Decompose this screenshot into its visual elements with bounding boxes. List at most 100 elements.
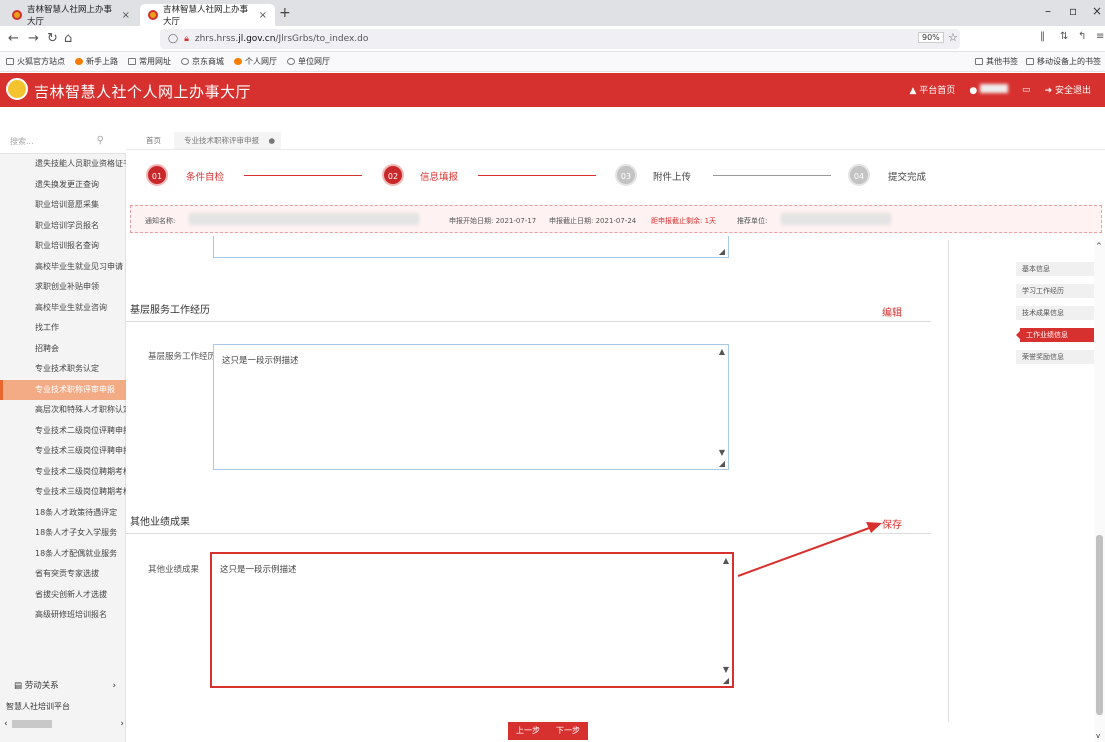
message-icon[interactable]: ▭ — [1022, 85, 1031, 95]
sidebar-item[interactable]: 18条人才子女入学服务 — [0, 523, 126, 544]
sidebar-item[interactable]: 专业技术三级岗位聘期考核 — [0, 482, 126, 503]
tab-title-review[interactable]: 专业技术职称评审申报 ● — [174, 132, 281, 149]
save-link[interactable]: 保存 — [882, 516, 902, 531]
menu-group-labor[interactable]: ▤ 劳动关系 › — [0, 676, 126, 696]
home-link[interactable]: ▲ 平台首页 — [910, 83, 956, 96]
tab-title: 吉林智慧人社网上办事大厅 — [27, 5, 113, 27]
restore-icon[interactable]: ▫ — [1069, 4, 1077, 18]
sidebar-item[interactable]: 省拔尖创新人才选拔 — [0, 585, 126, 606]
form-content: ◢ 基层服务工作经历 编辑 基层服务工作经历 这只是一段示例描述 ▲ ▼ ◢ 其… — [126, 236, 942, 742]
sidebar-item[interactable]: 专业技术职称评审申报 — [0, 379, 126, 400]
bookmark[interactable]: 火狐官方站点 — [6, 56, 65, 67]
sidebar-item[interactable]: 高校毕业生就业见习申请 — [0, 257, 126, 278]
user-menu[interactable]: ● — [969, 83, 1009, 96]
sidebar-item[interactable]: 找工作 — [0, 318, 126, 339]
tab-home[interactable]: 首页 — [136, 132, 171, 149]
notice-name-redacted — [189, 213, 419, 225]
library-icon[interactable]: ‖ — [1040, 31, 1045, 42]
sidebar-item[interactable]: 招聘会 — [0, 339, 126, 360]
bookmark[interactable]: 新手上路 — [75, 56, 118, 67]
section-nav-item[interactable]: 技术成果信息 — [1012, 302, 1100, 324]
vertical-scrollbar[interactable]: ^ v — [1094, 240, 1105, 742]
resize-handle-icon: ◢ — [718, 247, 725, 256]
address-bar[interactable]: ◯ 🔒︎ zhrs.hrss.jl.gov.cn/JlrsGrbs/to_ind… — [160, 29, 960, 49]
sidebar-horizontal-scrollbar[interactable]: ‹ › — [4, 718, 124, 730]
section-nav-label: 基本信息 — [1016, 262, 1096, 276]
site-favicon-icon — [148, 10, 158, 20]
share-icon[interactable]: ↰ — [1078, 31, 1086, 42]
scroll-up-icon[interactable]: ▲ — [719, 347, 725, 356]
reload-icon[interactable]: ↻ — [47, 31, 58, 46]
sidebar-item[interactable]: 遗失技能人员职业资格证书 — [0, 154, 126, 175]
bookmark-folder[interactable]: 其他书签 — [975, 56, 1018, 67]
scroll-right-icon[interactable]: › — [120, 719, 124, 729]
new-tab-icon[interactable]: + — [279, 5, 291, 21]
globe-icon — [287, 58, 295, 65]
scroll-up-icon[interactable]: ▲ — [723, 556, 729, 565]
section-nav: 基本信息学习工作经历 技术成果信息 工作业绩信息 荣誉奖励信息 — [1012, 258, 1100, 368]
scroll-down-icon[interactable]: ▼ — [719, 448, 725, 457]
close-tab-icon[interactable]: × — [259, 10, 267, 21]
close-tab-icon[interactable]: × — [122, 10, 130, 21]
scroll-down-icon[interactable]: v — [1096, 732, 1100, 740]
scroll-up-icon[interactable]: ^ — [1096, 242, 1102, 250]
back-icon[interactable]: ← — [8, 31, 19, 46]
scroll-thumb[interactable] — [11, 720, 52, 728]
sidebar-item[interactable]: 专业技术三级岗位评聘申报 — [0, 441, 126, 462]
user-icon: ● — [969, 85, 978, 96]
sidebar-item[interactable]: 职业培训意愿采集 — [0, 195, 126, 216]
step-number: 03 — [615, 164, 637, 186]
menu-icon[interactable]: ≡ — [1096, 31, 1104, 42]
forward-icon[interactable]: → — [28, 31, 39, 46]
sidebar-item[interactable]: 18条人才配偶就业服务 — [0, 544, 126, 565]
sidebar-item[interactable]: 专业技术二级岗位评聘申报 — [0, 421, 126, 442]
other-achievements-textarea[interactable]: 这只是一段示例描述 ▲ ▼ ◢ — [210, 552, 734, 688]
minimize-icon[interactable]: – — [1045, 4, 1051, 18]
star-icon[interactable]: ☆ — [948, 31, 958, 44]
close-icon[interactable]: ● — [268, 132, 275, 149]
bookmark[interactable]: 京东商城 — [181, 56, 224, 67]
home-icon: ▲ — [909, 86, 917, 96]
work-experience-textarea[interactable]: 这只是一段示例描述 ▲ ▼ ◢ — [213, 344, 729, 470]
sidebar-item[interactable]: 高校毕业生就业咨询 — [0, 298, 126, 319]
navigation-bar: ← → ↻ ⌂ ◯ 🔒︎ zhrs.hrss.jl.gov.cn/JlrsGrb… — [0, 26, 1105, 52]
prev-step-button[interactable]: 上一步 — [508, 722, 548, 740]
step-label: 信息填报 — [420, 172, 459, 183]
sidebar-item[interactable]: 职业培训报名查询 — [0, 236, 126, 257]
previous-textarea[interactable]: ◢ — [213, 236, 729, 258]
field-label: 基层服务工作经历 — [148, 352, 217, 362]
sidebar-item[interactable]: 省有突贡专家选拔 — [0, 564, 126, 585]
scroll-down-icon[interactable]: ▼ — [723, 665, 729, 674]
sync-icon[interactable]: ⇅ — [1060, 31, 1068, 42]
section-nav-item[interactable]: 荣誉奖励信息 — [1012, 346, 1100, 368]
browser-tab-active[interactable]: 吉林智慧人社网上办事大厅 × — [140, 4, 275, 27]
sidebar-item[interactable]: 专业技术职务认定 — [0, 359, 126, 380]
close-window-icon[interactable]: × — [1092, 4, 1102, 18]
bookmark[interactable]: 个人网厅 — [234, 56, 277, 67]
scroll-left-icon[interactable]: ‹ — [4, 719, 8, 729]
zoom-level[interactable]: 90% — [918, 32, 944, 43]
notice-unit-redacted — [781, 213, 891, 225]
tab-title: 吉林智慧人社网上办事大厅 — [163, 5, 249, 27]
next-step-button[interactable]: 下一步 — [548, 722, 588, 740]
sidebar-item[interactable]: 职业培训学员报名 — [0, 216, 126, 237]
bookmark[interactable]: 单位网厅 — [287, 56, 330, 67]
sidebar-item[interactable]: 高层次和特殊人才职称认定 — [0, 400, 126, 421]
browser-tab[interactable]: 吉林智慧人社网上办事大厅 × — [4, 4, 138, 27]
edit-link[interactable]: 编辑 — [882, 304, 902, 319]
section-nav-item[interactable]: 基本信息 — [1012, 258, 1100, 280]
search-input[interactable]: 搜索... ⚲ — [0, 128, 126, 154]
bookmark-folder[interactable]: 移动设备上的书签 — [1026, 56, 1101, 67]
sidebar-item[interactable]: 求职创业补贴申领 — [0, 277, 126, 298]
sidebar-item[interactable]: 专业技术二级岗位聘期考核 — [0, 462, 126, 483]
section-nav-item[interactable]: 工作业绩信息 — [1012, 324, 1100, 346]
home-icon[interactable]: ⌂ — [64, 31, 72, 46]
logout-link[interactable]: ➜ 安全退出 — [1045, 83, 1091, 96]
section-nav-item[interactable]: 学习工作经历 — [1012, 280, 1100, 302]
sidebar-item[interactable]: 18条人才政策待遇评定 — [0, 503, 126, 524]
bookmark[interactable]: 常用网址 — [128, 56, 171, 67]
sidebar-item[interactable]: 遗失换发更正查询 — [0, 175, 126, 196]
sidebar-item[interactable]: 高级研修班培训报名 — [0, 605, 126, 626]
scroll-thumb[interactable] — [1096, 535, 1103, 715]
training-platform-link[interactable]: 智慧人社培训平台 — [0, 698, 126, 716]
